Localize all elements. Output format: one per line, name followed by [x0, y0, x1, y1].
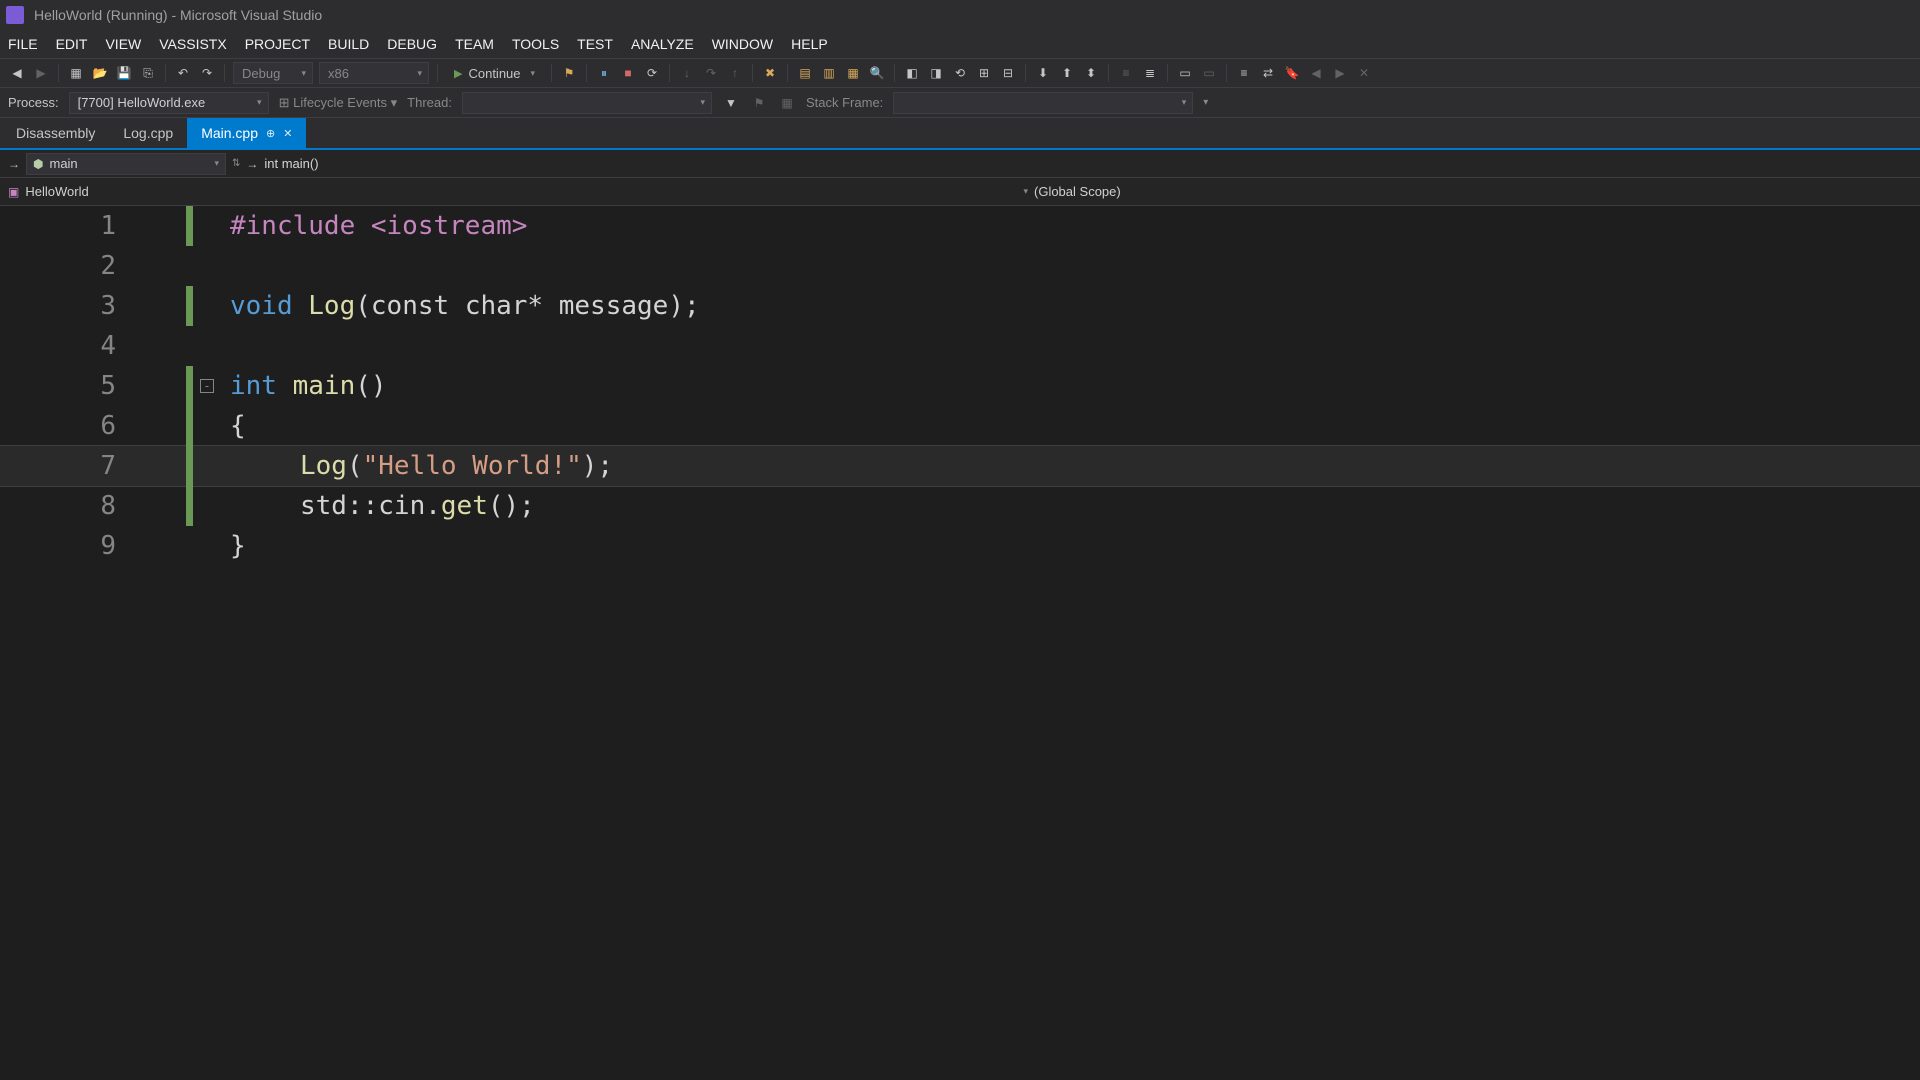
tool-icon-10[interactable]: ⊟ — [999, 64, 1017, 82]
menubar: FILE EDIT VIEW VASSISTX PROJECT BUILD DE… — [0, 30, 1920, 58]
menu-help[interactable]: HELP — [791, 36, 828, 52]
open-file-icon[interactable]: 📂 — [91, 64, 109, 82]
line-number: 3 — [0, 291, 140, 321]
platform-dropdown[interactable]: x86 — [319, 62, 429, 84]
tab-disassembly[interactable]: Disassembly — [2, 118, 109, 148]
project-icon: ▣ — [8, 185, 19, 199]
nav-fwd-icon: ▶ — [32, 64, 50, 82]
menu-test[interactable]: TEST — [577, 36, 613, 52]
step-into-icon: ↓ — [678, 64, 696, 82]
flag-icon: ⚑ — [750, 94, 768, 112]
line-number: 5 — [0, 371, 140, 401]
tool-icon-22: ✕ — [1355, 64, 1373, 82]
line-number: 9 — [0, 531, 140, 561]
lifecycle-label[interactable]: ⊞ Lifecycle Events ▾ — [279, 95, 398, 111]
tool-icon-21: ▶ — [1331, 64, 1349, 82]
restart-icon[interactable]: ⟳ — [643, 64, 661, 82]
titlebar[interactable]: HelloWorld (Running) - Microsoft Visual … — [0, 0, 1920, 30]
close-icon[interactable]: ✕ — [283, 127, 292, 140]
vs-logo-icon — [6, 6, 24, 24]
save-all-icon[interactable]: ⎘ — [139, 64, 157, 82]
play-icon: ▶ — [454, 67, 462, 80]
thread-dropdown[interactable] — [462, 92, 712, 114]
frame-icon: ▦ — [778, 94, 796, 112]
tool-icon-4[interactable]: ▦ — [844, 64, 862, 82]
window-title: HelloWorld (Running) - Microsoft Visual … — [34, 7, 322, 23]
step-over-icon: ↷ — [702, 64, 720, 82]
function-icon: ⬢ — [33, 157, 43, 171]
tool-icon-6[interactable]: ◧ — [903, 64, 921, 82]
tool-icon-14: ≡ — [1117, 64, 1135, 82]
undo-icon[interactable]: ↶ — [174, 64, 192, 82]
menu-file[interactable]: FILE — [8, 36, 38, 52]
tool-icon-7[interactable]: ◨ — [927, 64, 945, 82]
menu-view[interactable]: VIEW — [105, 36, 141, 52]
nav-right-label[interactable]: int main() — [264, 156, 318, 171]
tool-icon-8[interactable]: ⟲ — [951, 64, 969, 82]
stop-icon[interactable]: ■ — [619, 64, 637, 82]
line-number: 2 — [0, 251, 140, 281]
breakpoint-icon[interactable]: ⚑ — [560, 64, 578, 82]
nav-arrow-icon: → — [8, 157, 20, 171]
tool-icon-9[interactable]: ⊞ — [975, 64, 993, 82]
line-number: 8 — [0, 491, 140, 521]
line-number: 4 — [0, 331, 140, 361]
stackframe-label: Stack Frame: — [806, 95, 883, 110]
continue-label: Continue — [468, 66, 520, 81]
filter-icon[interactable]: ▼ — [722, 94, 740, 112]
pin-icon[interactable]: ⊕ — [266, 127, 275, 140]
tool-icon-12[interactable]: ⬆ — [1058, 64, 1076, 82]
line-number: 6 — [0, 411, 140, 441]
scope-bar: ▣ HelloWorld ▾ (Global Scope) — [0, 178, 1920, 206]
menu-team[interactable]: TEAM — [455, 36, 494, 52]
nav-back-icon[interactable]: ◀ — [8, 64, 26, 82]
menu-debug[interactable]: DEBUG — [387, 36, 437, 52]
pause-icon[interactable]: ⏸ — [595, 64, 613, 82]
tool-icon-20: ◀ — [1307, 64, 1325, 82]
tool-icon-15[interactable]: ≣ — [1141, 64, 1159, 82]
tool-icon-19[interactable]: ⇄ — [1259, 64, 1277, 82]
toolbar: ◀ ▶ ▦ 📂 💾 ⎘ ↶ ↷ Debug x86 ▶ Continue ▾ ⚑… — [0, 58, 1920, 88]
tool-icon-1[interactable]: ✖ — [761, 64, 779, 82]
thread-label: Thread: — [407, 95, 452, 110]
tabstrip: Disassembly Log.cpp Main.cpp ⊕ ✕ — [0, 118, 1920, 150]
process-dropdown[interactable]: [7700] HelloWorld.exe — [69, 92, 269, 114]
tool-icon-5[interactable]: 🔍 — [868, 64, 886, 82]
tool-icon-2[interactable]: ▤ — [796, 64, 814, 82]
new-project-icon[interactable]: ▦ — [67, 64, 85, 82]
tool-icon-17: ▭ — [1200, 64, 1218, 82]
tool-icon-11[interactable]: ⬇ — [1034, 64, 1052, 82]
menu-analyze[interactable]: ANALYZE — [631, 36, 694, 52]
tab-main[interactable]: Main.cpp ⊕ ✕ — [187, 118, 306, 148]
bookmark-icon[interactable]: 🔖 — [1283, 64, 1301, 82]
stackframe-dropdown[interactable] — [893, 92, 1193, 114]
nav-left-dropdown[interactable]: ⬢ main — [26, 153, 226, 175]
tab-log[interactable]: Log.cpp — [109, 118, 187, 148]
line-number: 7 — [0, 451, 140, 481]
debug-bar: Process: [7700] HelloWorld.exe ⊞ Lifecyc… — [0, 88, 1920, 118]
process-label: Process: — [8, 95, 59, 110]
tool-icon-13[interactable]: ⬍ — [1082, 64, 1100, 82]
line-number: 1 — [0, 211, 140, 241]
config-dropdown[interactable]: Debug — [233, 62, 313, 84]
scope-global[interactable]: (Global Scope) — [1034, 184, 1121, 199]
nav-arrow-icon-2: → — [246, 157, 258, 171]
tool-icon-18[interactable]: ≡ — [1235, 64, 1253, 82]
menu-build[interactable]: BUILD — [328, 36, 369, 52]
step-out-icon: ↑ — [726, 64, 744, 82]
fold-icon[interactable]: - — [200, 379, 214, 393]
menu-tools[interactable]: TOOLS — [512, 36, 559, 52]
tool-icon-3[interactable]: ▥ — [820, 64, 838, 82]
menu-project[interactable]: PROJECT — [245, 36, 310, 52]
menu-edit[interactable]: EDIT — [56, 36, 88, 52]
menu-vassistx[interactable]: VASSISTX — [159, 36, 226, 52]
code-editor[interactable]: 1 #include <iostream> 2 3 void Log(const… — [0, 206, 1920, 1080]
navigation-bar: → ⬢ main ⇅ → int main() — [0, 150, 1920, 178]
redo-icon[interactable]: ↷ — [198, 64, 216, 82]
project-name[interactable]: HelloWorld — [25, 184, 88, 199]
save-icon[interactable]: 💾 — [115, 64, 133, 82]
tool-icon-16[interactable]: ▭ — [1176, 64, 1194, 82]
menu-window[interactable]: WINDOW — [712, 36, 773, 52]
continue-button[interactable]: ▶ Continue ▾ — [446, 62, 543, 84]
